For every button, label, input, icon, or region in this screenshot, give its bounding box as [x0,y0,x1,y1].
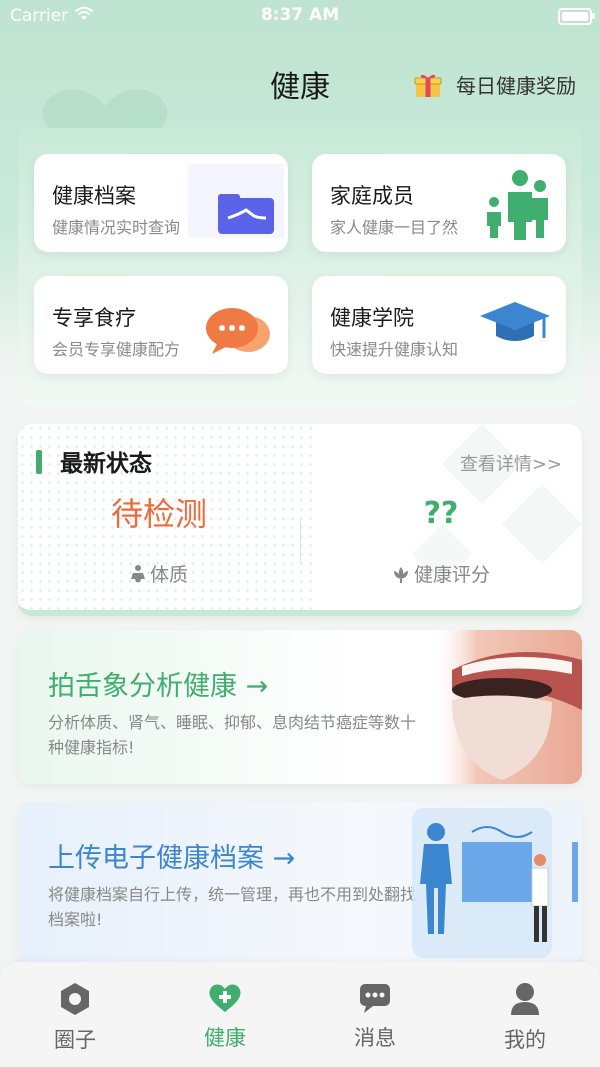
body-scan-illustration [412,808,578,958]
upload-record-banner[interactable]: 上传电子健康档案 → 将健康档案自行上传，统一管理，再也不用到处翻找档案啦! [18,802,582,962]
tab-label: 健康 [204,1026,246,1050]
daily-reward-label: 每日健康奖励 [456,74,576,98]
heart-plus-icon [209,984,241,1012]
tongue-image [432,630,582,784]
person-icon [511,983,539,1015]
circle-hexagon-icon [61,983,89,1015]
view-details-link[interactable]: 查看详情>> [460,450,562,476]
tab-messages[interactable]: 消息 [300,982,450,1052]
latest-status-card: 最新状态 查看详情>> 待检测 体质 ?? 健康评分 [18,424,582,616]
upload-record-title: 上传电子健康档案 → [48,843,296,874]
tab-bar: 圈子 健康 消息 我的 [0,962,600,1067]
tab-health[interactable]: 健康 [150,982,300,1052]
meditation-person-icon [130,564,145,582]
tile-health-record[interactable]: 健康档案 健康情况实时查询 [34,154,288,252]
health-score-label: 健康评分 [413,564,490,586]
tab-me[interactable]: 我的 [450,982,600,1054]
tile-subtitle: 家人健康一目了然 [330,218,459,237]
tile-subtitle: 快速提升健康认知 [330,340,459,359]
folder-icon [188,164,284,238]
health-score-value: ?? [423,496,459,531]
constitution-label: 体质 [149,564,188,586]
tongue-analysis-banner[interactable]: 拍舌象分析健康 → 分析体质、肾气、睡眠、抑郁、息肉结节癌症等数十种健康指标! [18,630,582,784]
tile-title: 健康档案 [52,184,136,208]
tile-subtitle: 会员专享健康配方 [52,340,181,359]
gift-icon [414,74,442,97]
upload-record-desc: 将健康档案自行上传，统一管理，再也不用到处翻找档案啦! [48,885,417,929]
chat-bubbles-icon [206,308,270,354]
tile-family-members[interactable]: 家庭成员 家人健康一目了然 [312,154,566,252]
daily-reward-button[interactable]: 每日健康奖励 [414,70,576,99]
tongue-analysis-title: 拍舌象分析健康 → [48,671,269,702]
tile-title: 健康学院 [330,306,414,330]
tile-subtitle: 健康情况实时查询 [52,218,181,237]
clock: 8:37 AM [260,5,340,25]
graduation-cap-icon [480,302,550,341]
lotus-icon [393,566,408,583]
battery-icon [558,8,595,25]
tile-diet-therapy[interactable]: 专享食疗 会员专享健康配方 [34,276,288,374]
health-score-status[interactable]: ?? 健康评分 [300,492,582,587]
tile-title: 专享食疗 [52,306,136,330]
message-icon [360,984,390,1013]
status-title: 最新状态 [60,451,152,477]
tongue-analysis-desc: 分析体质、肾气、睡眠、抑郁、息肉结节癌症等数十种健康指标! [48,713,417,757]
tile-health-academy[interactable]: 健康学院 快速提升健康认知 [312,276,566,374]
status-bar: Carrier 8:37 AM [0,0,600,32]
tab-label: 圈子 [54,1028,96,1052]
family-icon [487,170,548,240]
tab-label: 我的 [504,1028,546,1052]
feature-grid: 健康档案 健康情况实时查询 家庭成员 家人健康一目了然 专享食疗 会员专享健康配… [18,128,582,406]
tab-label: 消息 [354,1026,396,1050]
section-accent-bar [36,450,42,474]
constitution-status[interactable]: 待检测 体质 [18,492,300,587]
tab-circle[interactable]: 圈子 [0,982,150,1054]
tile-title: 家庭成员 [330,184,414,208]
constitution-value: 待检测 [110,495,207,533]
